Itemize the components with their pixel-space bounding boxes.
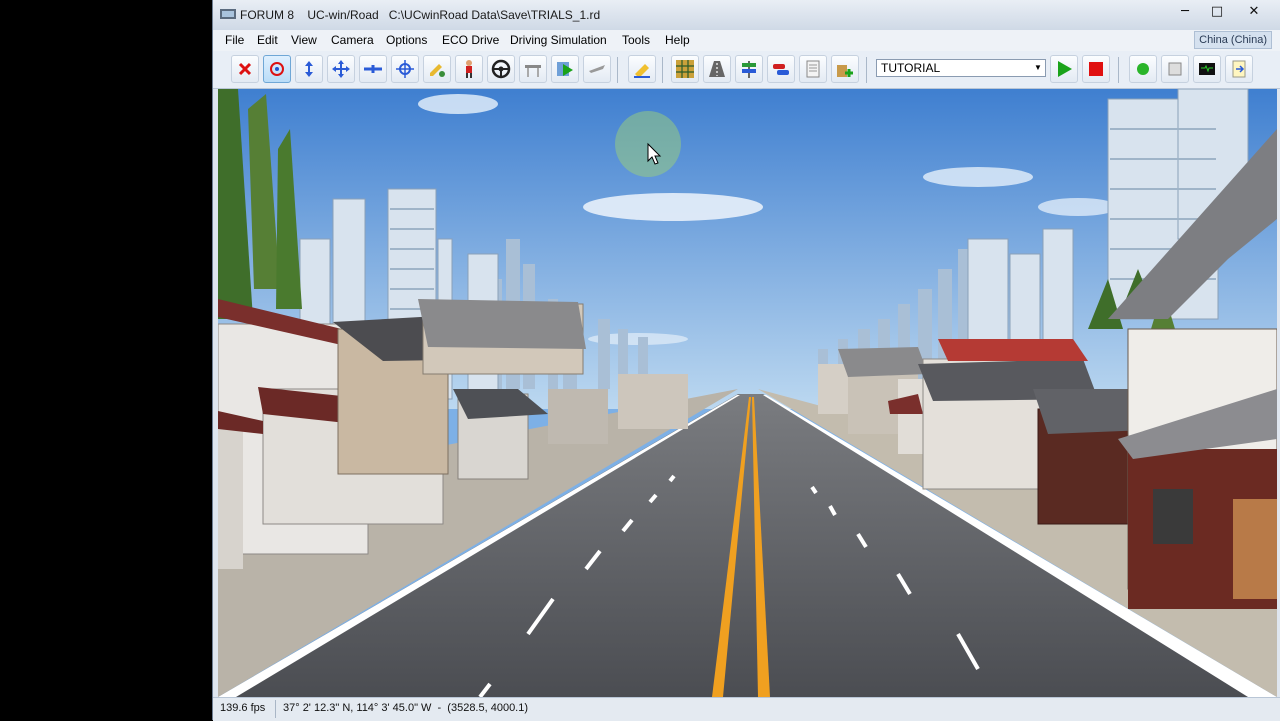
log-icon[interactable] xyxy=(1225,55,1253,83)
road-icon[interactable] xyxy=(703,55,731,83)
chevron-down-icon[interactable]: ▼ xyxy=(1033,60,1043,76)
coordinates-readout: 37° 2' 12.3" N, 114° 3' 45.0" W - (3528.… xyxy=(283,702,529,714)
scenario-select-value: TUTORIAL xyxy=(881,61,941,75)
language-indicator[interactable]: China (China) xyxy=(1194,31,1272,49)
fps-readout: 139.6 fps xyxy=(220,702,266,714)
status-divider xyxy=(275,700,276,718)
stop-icon[interactable] xyxy=(1082,55,1110,83)
menu-options[interactable]: Options xyxy=(386,33,427,47)
toolbar-separator xyxy=(866,57,867,83)
cloud xyxy=(923,167,1033,187)
minimize-button[interactable]: ─ xyxy=(1169,3,1201,20)
bridge-icon[interactable] xyxy=(519,55,547,83)
menu-bar: File Edit View Camera Options ECO Drive … xyxy=(213,30,1280,51)
move-icon[interactable] xyxy=(327,55,355,83)
console-icon[interactable] xyxy=(1193,55,1221,83)
plane-icon[interactable] xyxy=(583,55,611,83)
scenario-select[interactable]: TUTORIAL ▼ xyxy=(876,59,1046,77)
menu-tools[interactable]: Tools xyxy=(622,33,650,47)
status-bar: 139.6 fps 37° 2' 12.3" N, 114° 3' 45.0" … xyxy=(213,697,1280,721)
eraser-icon[interactable] xyxy=(628,55,656,83)
menu-eco-drive[interactable]: ECO Drive xyxy=(442,33,499,47)
toolbar-separator xyxy=(662,57,663,83)
play-scenario-icon[interactable] xyxy=(551,55,579,83)
3d-viewport[interactable] xyxy=(218,89,1277,697)
app-logo-icon xyxy=(220,9,236,19)
window-title: FORUM 8 UC-win/Road C:\UCwinRoad Data\Sa… xyxy=(240,8,601,22)
maximize-button[interactable]: □ xyxy=(1201,3,1233,20)
cloud xyxy=(583,193,763,221)
cloud xyxy=(418,94,498,114)
cloud xyxy=(1038,198,1118,216)
menu-file[interactable]: File xyxy=(225,33,244,47)
document-icon[interactable] xyxy=(799,55,827,83)
stop-record-icon[interactable] xyxy=(1161,55,1189,83)
menu-help[interactable]: Help xyxy=(665,33,690,47)
rotate-view-icon[interactable] xyxy=(391,55,419,83)
play-icon[interactable] xyxy=(1050,55,1078,83)
edit-icon[interactable] xyxy=(423,55,451,83)
terrain-grid-icon[interactable] xyxy=(671,55,699,83)
fly-icon[interactable] xyxy=(359,55,387,83)
menu-view[interactable]: View xyxy=(291,33,317,47)
cars-icon[interactable] xyxy=(767,55,795,83)
signpost-icon[interactable] xyxy=(735,55,763,83)
rotate-icon[interactable] xyxy=(263,55,291,83)
steering-wheel-icon[interactable] xyxy=(487,55,515,83)
walk-icon[interactable] xyxy=(455,55,483,83)
menu-driving-simulation[interactable]: Driving Simulation xyxy=(510,33,607,47)
close-button[interactable]: ✕ xyxy=(1235,3,1273,20)
app-window: FORUM 8 UC-win/Road C:\UCwinRoad Data\Sa… xyxy=(212,0,1280,721)
updown-icon[interactable] xyxy=(295,55,323,83)
toolbar-separator xyxy=(617,57,618,83)
add-model-icon[interactable] xyxy=(831,55,859,83)
main-toolbar: TUTORIAL ▼ xyxy=(213,51,1280,89)
menu-camera[interactable]: Camera xyxy=(331,33,374,47)
record-icon[interactable] xyxy=(1129,55,1157,83)
close-x-icon[interactable] xyxy=(231,55,259,83)
menu-edit[interactable]: Edit xyxy=(257,33,278,47)
title-bar[interactable]: FORUM 8 UC-win/Road C:\UCwinRoad Data\Sa… xyxy=(213,0,1280,31)
road-scene xyxy=(218,89,1277,697)
toolbar-separator xyxy=(1118,57,1119,83)
